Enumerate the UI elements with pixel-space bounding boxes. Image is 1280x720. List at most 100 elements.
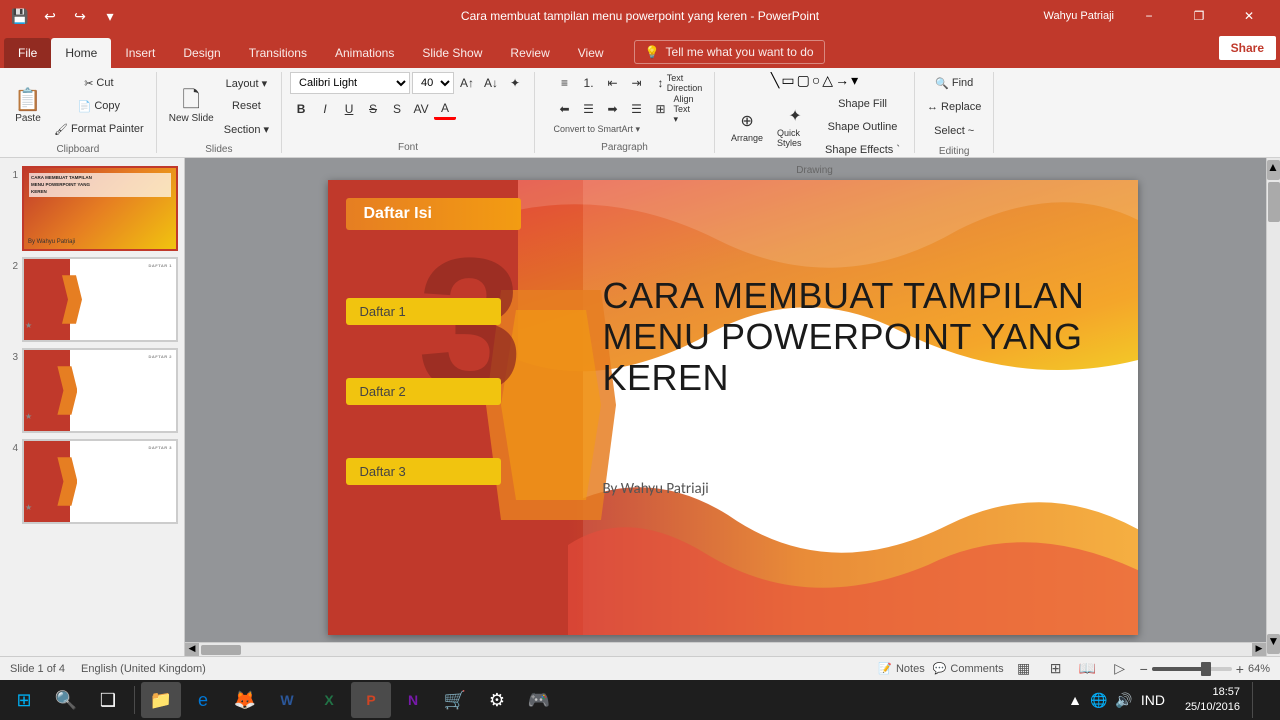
slide-img-3[interactable]: DAFTAR 2 ★ bbox=[22, 348, 178, 433]
slide-sorter-button[interactable]: ⊞ bbox=[1044, 659, 1068, 679]
char-spacing-button[interactable]: AV bbox=[410, 98, 432, 120]
shape-rect-icon[interactable]: ▭ bbox=[781, 72, 794, 89]
tab-review[interactable]: Review bbox=[496, 38, 563, 68]
layout-button[interactable]: Layout ▾ bbox=[220, 72, 273, 94]
slide-img-1[interactable]: CARA MEMBUAT TAMPILANMENU POWERPOINT YAN… bbox=[22, 166, 178, 251]
tab-animations[interactable]: Animations bbox=[321, 38, 408, 68]
font-name-select[interactable]: Calibri Light bbox=[290, 72, 410, 94]
underline-button[interactable]: U bbox=[338, 98, 360, 120]
convert-smartart-button[interactable]: Convert to SmartArt ▾ bbox=[554, 124, 641, 135]
replace-button[interactable]: ↔ Replace bbox=[923, 96, 985, 118]
justify-button[interactable]: ☰ bbox=[626, 98, 648, 120]
scroll-right-arrow[interactable]: ▶ bbox=[1252, 643, 1266, 656]
strikethrough-button[interactable]: S bbox=[362, 98, 384, 120]
excel-button[interactable]: X bbox=[309, 682, 349, 718]
numbering-button[interactable]: 1. bbox=[578, 72, 600, 94]
customize-button[interactable]: ▾ bbox=[98, 4, 122, 28]
main-slide[interactable]: Daftar Isi 3 Daftar 1 Daftar 2 Daftar 3 … bbox=[328, 180, 1138, 635]
task-view-button[interactable]: ❑ bbox=[88, 682, 128, 718]
bold-button[interactable]: B bbox=[290, 98, 312, 120]
reading-view-button[interactable]: 📖 bbox=[1076, 659, 1100, 679]
comments-button[interactable]: 💬 Comments bbox=[933, 662, 1004, 675]
vertical-scrollbar[interactable]: ▲ ▼ bbox=[1266, 158, 1280, 656]
shape-more-icon[interactable]: ▾ bbox=[851, 72, 858, 89]
horizontal-scrollbar[interactable]: ◀ ▶ bbox=[185, 642, 1266, 656]
scroll-thumb[interactable] bbox=[1268, 182, 1280, 222]
shape-arrow-icon[interactable]: → bbox=[835, 72, 849, 89]
slide-thumb-3[interactable]: 3 DAFTAR 2 ★ bbox=[6, 348, 178, 433]
close-button[interactable]: ✕ bbox=[1226, 0, 1272, 32]
zoom-track[interactable] bbox=[1152, 667, 1232, 671]
save-button[interactable]: 💾 bbox=[8, 4, 32, 28]
slide-thumb-1[interactable]: 1 CARA MEMBUAT TAMPILANMENU POWERPOINT Y… bbox=[6, 166, 178, 251]
find-button[interactable]: 🔍 Find bbox=[931, 72, 977, 94]
shape-outline-button[interactable]: Shape Outline bbox=[821, 116, 904, 138]
shape-triangle-icon[interactable]: △ bbox=[822, 72, 833, 89]
store-button[interactable]: 🛒 bbox=[435, 682, 475, 718]
copy-button[interactable]: 📄 Copy bbox=[50, 95, 148, 117]
format-painter-button[interactable]: 🖌 Format Painter bbox=[50, 118, 148, 140]
search-button[interactable]: 🔍 bbox=[46, 682, 86, 718]
font-size-select[interactable]: 40 bbox=[412, 72, 454, 94]
tab-insert[interactable]: Insert bbox=[111, 38, 169, 68]
firefox-button[interactable]: 🦊 bbox=[225, 682, 265, 718]
reset-button[interactable]: Reset bbox=[220, 95, 273, 117]
section-button[interactable]: Section ▾ bbox=[220, 118, 273, 140]
share-button[interactable]: Share bbox=[1219, 36, 1276, 60]
zoom-plus-button[interactable]: + bbox=[1236, 661, 1244, 677]
scroll-down-arrow[interactable]: ▼ bbox=[1267, 634, 1280, 654]
shape-oval-icon[interactable]: ○ bbox=[812, 72, 820, 89]
font-color-button[interactable]: A bbox=[434, 98, 456, 120]
arrange-button[interactable]: ⊕ Arrange bbox=[725, 107, 769, 147]
show-desktop-button[interactable] bbox=[1252, 682, 1276, 718]
tab-transitions[interactable]: Transitions bbox=[235, 38, 321, 68]
slideshow-button[interactable]: ▷ bbox=[1108, 659, 1132, 679]
scroll-up-arrow[interactable]: ▲ bbox=[1267, 160, 1280, 180]
menu-item-3[interactable]: Daftar 3 bbox=[346, 458, 501, 485]
tab-slideshow[interactable]: Slide Show bbox=[408, 38, 496, 68]
notes-button[interactable]: 📝 Notes bbox=[878, 662, 924, 675]
h-scroll-thumb[interactable] bbox=[201, 645, 241, 655]
minimize-button[interactable]: − bbox=[1126, 0, 1172, 32]
undo-button[interactable]: ↩ bbox=[38, 4, 62, 28]
restore-button[interactable]: ❐ bbox=[1176, 0, 1222, 32]
slide-thumb-4[interactable]: 4 DAFTAR 3 ★ bbox=[6, 439, 178, 524]
zoom-minus-button[interactable]: − bbox=[1140, 661, 1148, 677]
text-direction-button[interactable]: Text Direction bbox=[674, 72, 696, 94]
increase-font-button[interactable]: A↑ bbox=[456, 72, 478, 94]
input-lang[interactable]: IND bbox=[1141, 692, 1165, 708]
decrease-font-button[interactable]: A↓ bbox=[480, 72, 502, 94]
normal-view-button[interactable]: ▦ bbox=[1012, 659, 1036, 679]
tab-view[interactable]: View bbox=[564, 38, 618, 68]
clock-area[interactable]: 18:57 25/10/2016 bbox=[1177, 685, 1248, 716]
shape-rounded-rect-icon[interactable]: ▢ bbox=[797, 72, 810, 89]
slide-img-2[interactable]: DAFTAR 1 ★ bbox=[22, 257, 178, 342]
volume-icon[interactable]: 🔊 bbox=[1115, 692, 1132, 709]
increase-indent-button[interactable]: ⇥ bbox=[626, 72, 648, 94]
onenote-button[interactable]: N bbox=[393, 682, 433, 718]
align-left-button[interactable]: ⬅ bbox=[554, 98, 576, 120]
select-button[interactable]: Select ~ bbox=[930, 120, 978, 142]
shadow-button[interactable]: S bbox=[386, 98, 408, 120]
settings-button[interactable]: ⚙ bbox=[477, 682, 517, 718]
quick-styles-button[interactable]: ✦ Quick Styles bbox=[773, 107, 817, 147]
tab-design[interactable]: Design bbox=[169, 38, 234, 68]
menu-item-1[interactable]: Daftar 1 bbox=[346, 298, 501, 325]
slide-img-4[interactable]: DAFTAR 3 ★ bbox=[22, 439, 178, 524]
align-text-button[interactable]: Align Text ▾ bbox=[674, 98, 696, 120]
columns-button[interactable]: ⊞ bbox=[650, 98, 672, 120]
file-explorer-button[interactable]: 📁 bbox=[141, 682, 181, 718]
shape-line-icon[interactable]: ╲ bbox=[771, 72, 779, 89]
tell-me-input[interactable]: 💡 Tell me what you want to do bbox=[634, 40, 825, 64]
start-button[interactable]: ⊞ bbox=[4, 682, 44, 718]
tab-home[interactable]: Home bbox=[51, 38, 111, 68]
cut-button[interactable]: ✂ Cut bbox=[50, 72, 148, 94]
tab-file[interactable]: File bbox=[4, 38, 51, 68]
slide-thumb-2[interactable]: 2 DAFTAR 1 ★ bbox=[6, 257, 178, 342]
tray-arrow[interactable]: ▲ bbox=[1068, 692, 1082, 708]
redo-button[interactable]: ↪ bbox=[68, 4, 92, 28]
edge-button[interactable]: e bbox=[183, 682, 223, 718]
app-icon-1[interactable]: 🎮 bbox=[519, 682, 559, 718]
network-icon[interactable]: 🌐 bbox=[1090, 692, 1107, 709]
clear-format-button[interactable]: ✦ bbox=[504, 72, 526, 94]
